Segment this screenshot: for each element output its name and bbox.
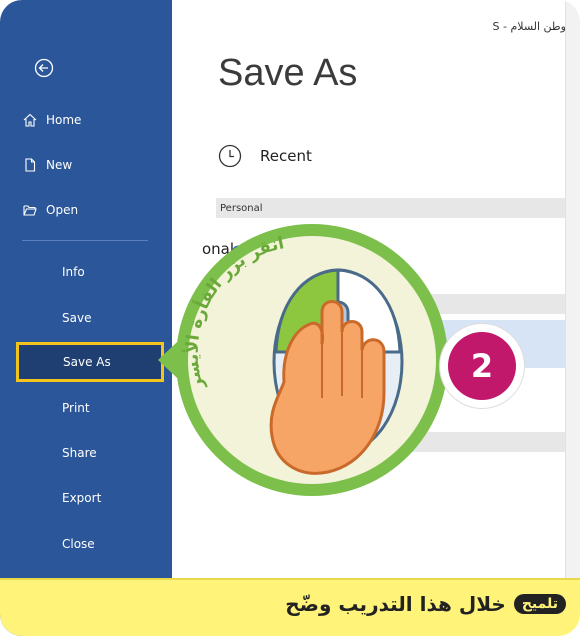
tip-box: تلميح خلال هذا التدريب وضّح: [0, 578, 580, 636]
sidebar-item-label: Home: [46, 113, 82, 127]
sidebar-item-label: Save: [62, 311, 92, 325]
location-recent[interactable]: Recent: [218, 144, 312, 168]
sidebar-item-share[interactable]: Share: [0, 433, 172, 473]
open-folder-icon: [22, 202, 38, 218]
sidebar-item-label: Info: [62, 265, 85, 279]
sidebar-item-save[interactable]: Save: [0, 298, 172, 338]
sidebar-item-label: New: [46, 158, 73, 172]
sidebar-item-label: Save As: [63, 355, 111, 369]
sidebar-item-label: Open: [46, 203, 79, 217]
sidebar-item-home[interactable]: Home: [0, 100, 172, 140]
back-arrow-icon[interactable]: [34, 58, 54, 78]
sidebar-item-label: Export: [62, 491, 102, 505]
app-window: Home New Open Info Save Save As Print Sh…: [0, 0, 580, 636]
sidebar-item-close[interactable]: Close: [0, 524, 172, 564]
sidebar-divider: [22, 240, 148, 241]
page-title: Save As: [218, 52, 358, 94]
clock-icon: [218, 144, 242, 168]
sidebar-item-print[interactable]: Print: [0, 388, 172, 428]
step-badge: 2: [440, 324, 524, 408]
sidebar-item-label: Close: [62, 537, 95, 551]
home-icon: [22, 112, 38, 128]
backstage-sidebar: Home New Open Info Save Save As Print Sh…: [0, 0, 172, 636]
sidebar-item-new[interactable]: New: [0, 145, 172, 185]
sidebar-item-export[interactable]: Export: [0, 478, 172, 518]
sidebar-item-save-as[interactable]: Save As: [16, 342, 164, 382]
new-document-icon: [22, 157, 38, 173]
location-label: Recent: [260, 147, 312, 165]
document-title: وطن السلام - S: [492, 20, 566, 33]
click-callout: انقر بزر الفأرة الأيسر: [152, 212, 448, 508]
step-number: 2: [448, 332, 516, 400]
sidebar-item-label: Share: [62, 446, 97, 460]
sidebar-item-label: Print: [62, 401, 90, 415]
tip-text-row: تلميح خلال هذا التدريب وضّح: [285, 592, 566, 616]
sidebar-item-open[interactable]: Open: [0, 190, 172, 230]
tip-text: خلال هذا التدريب وضّح: [285, 592, 506, 616]
tip-tag: تلميح: [513, 594, 566, 614]
scrollbar[interactable]: [565, 0, 580, 636]
sidebar-item-info[interactable]: Info: [0, 252, 172, 292]
